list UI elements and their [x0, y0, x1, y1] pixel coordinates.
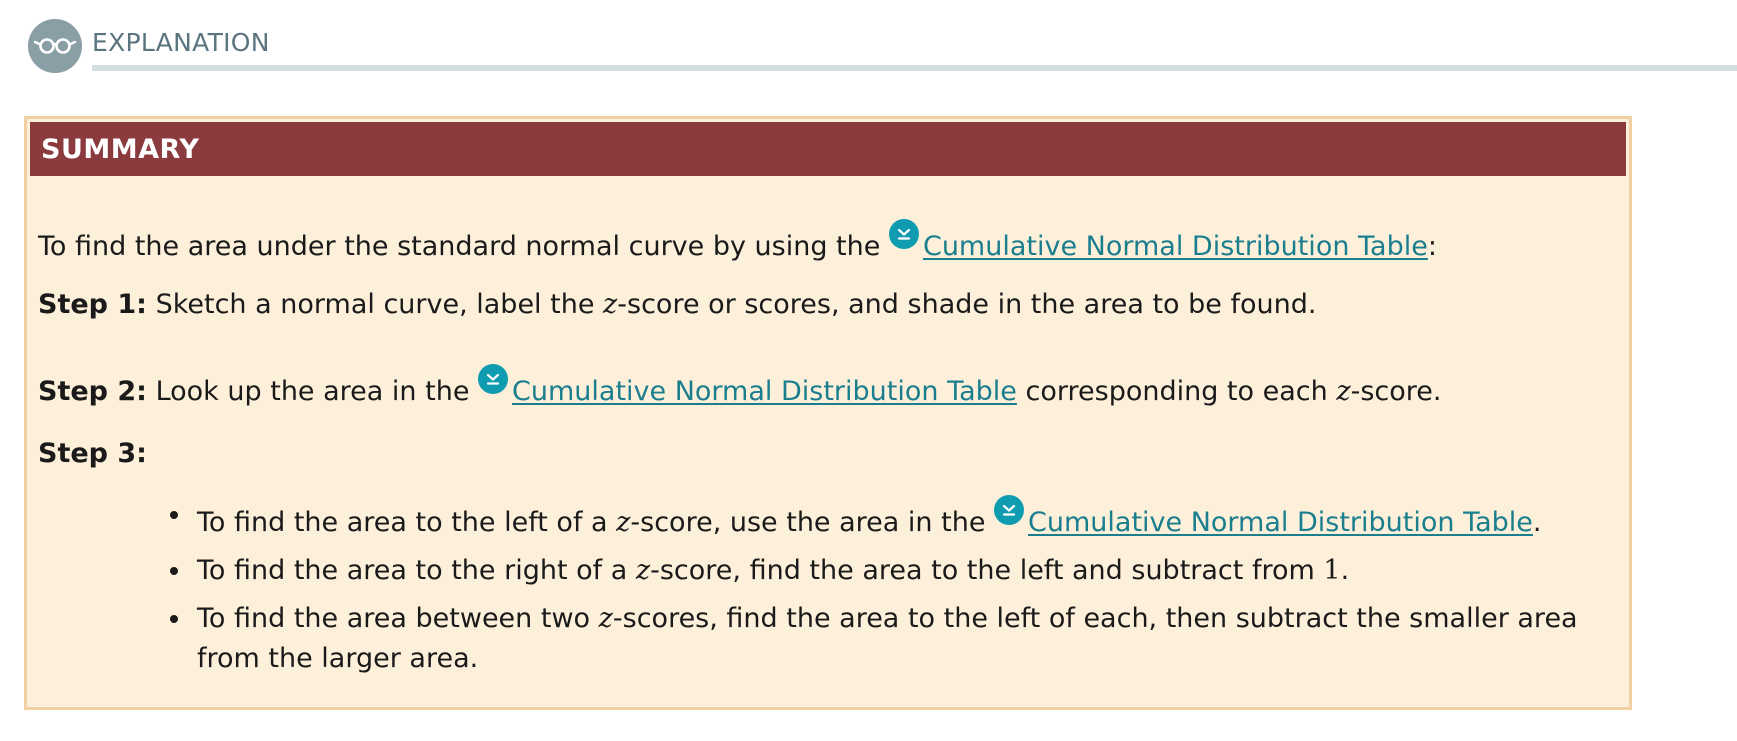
step2-line: Step 2: Look up the area in the Cumulati… — [38, 364, 1441, 409]
list-item: To find the area between two z-scores, f… — [170, 599, 1637, 679]
cumulative-table-link[interactable]: Cumulative Normal Distribution Table — [923, 231, 1428, 262]
step1-line: Step 1: Sketch a normal curve, label the… — [38, 288, 1316, 322]
cumulative-table-link[interactable]: Cumulative Normal Distribution Table — [1028, 507, 1533, 538]
number-one: 1 — [1323, 555, 1341, 586]
z-variable: z — [598, 603, 613, 634]
list-item: To find the area to the left of a z-scor… — [170, 495, 1637, 543]
header-divider — [92, 65, 1737, 71]
glasses-icon — [28, 19, 82, 73]
step1-label: Step 1: — [38, 289, 147, 320]
step3-bullet-list: To find the area to the left of a z-scor… — [27, 495, 1637, 687]
expand-link-icon[interactable] — [994, 495, 1025, 525]
cumulative-table-link[interactable]: Cumulative Normal Distribution Table — [512, 376, 1017, 407]
summary-header: SUMMARY — [30, 122, 1626, 176]
z-variable: z — [635, 555, 651, 586]
step3-line: Step 3: — [38, 437, 147, 471]
step3-label: Step 3: — [38, 438, 147, 469]
step2-label: Step 2: — [38, 376, 147, 407]
step1-text-before: Sketch a normal curve, label the — [155, 289, 595, 320]
intro-line: To find the area under the standard norm… — [38, 219, 1437, 264]
section-title: EXPLANATION — [92, 28, 270, 57]
step2-text-before: Look up the area in the — [155, 376, 470, 407]
z-variable: z — [616, 507, 631, 538]
intro-text: To find the area under the standard norm… — [38, 231, 881, 262]
summary-title: SUMMARY — [41, 134, 200, 165]
z-variable: z — [603, 289, 618, 320]
explanation-header: EXPLANATION — [0, 0, 1737, 100]
step2-text-mid: corresponding to each — [1025, 376, 1328, 407]
expand-link-icon[interactable] — [478, 364, 509, 394]
expand-link-icon[interactable] — [888, 219, 919, 249]
step2-text-after: -score. — [1350, 376, 1442, 407]
step1-text-after: -score or scores, and shade in the area … — [617, 289, 1317, 320]
z-variable: z — [1336, 376, 1351, 407]
summary-box: SUMMARY To find the area under the stand… — [24, 116, 1632, 710]
list-item: To find the area to the right of a z-sco… — [170, 551, 1637, 591]
intro-colon: : — [1427, 231, 1437, 262]
